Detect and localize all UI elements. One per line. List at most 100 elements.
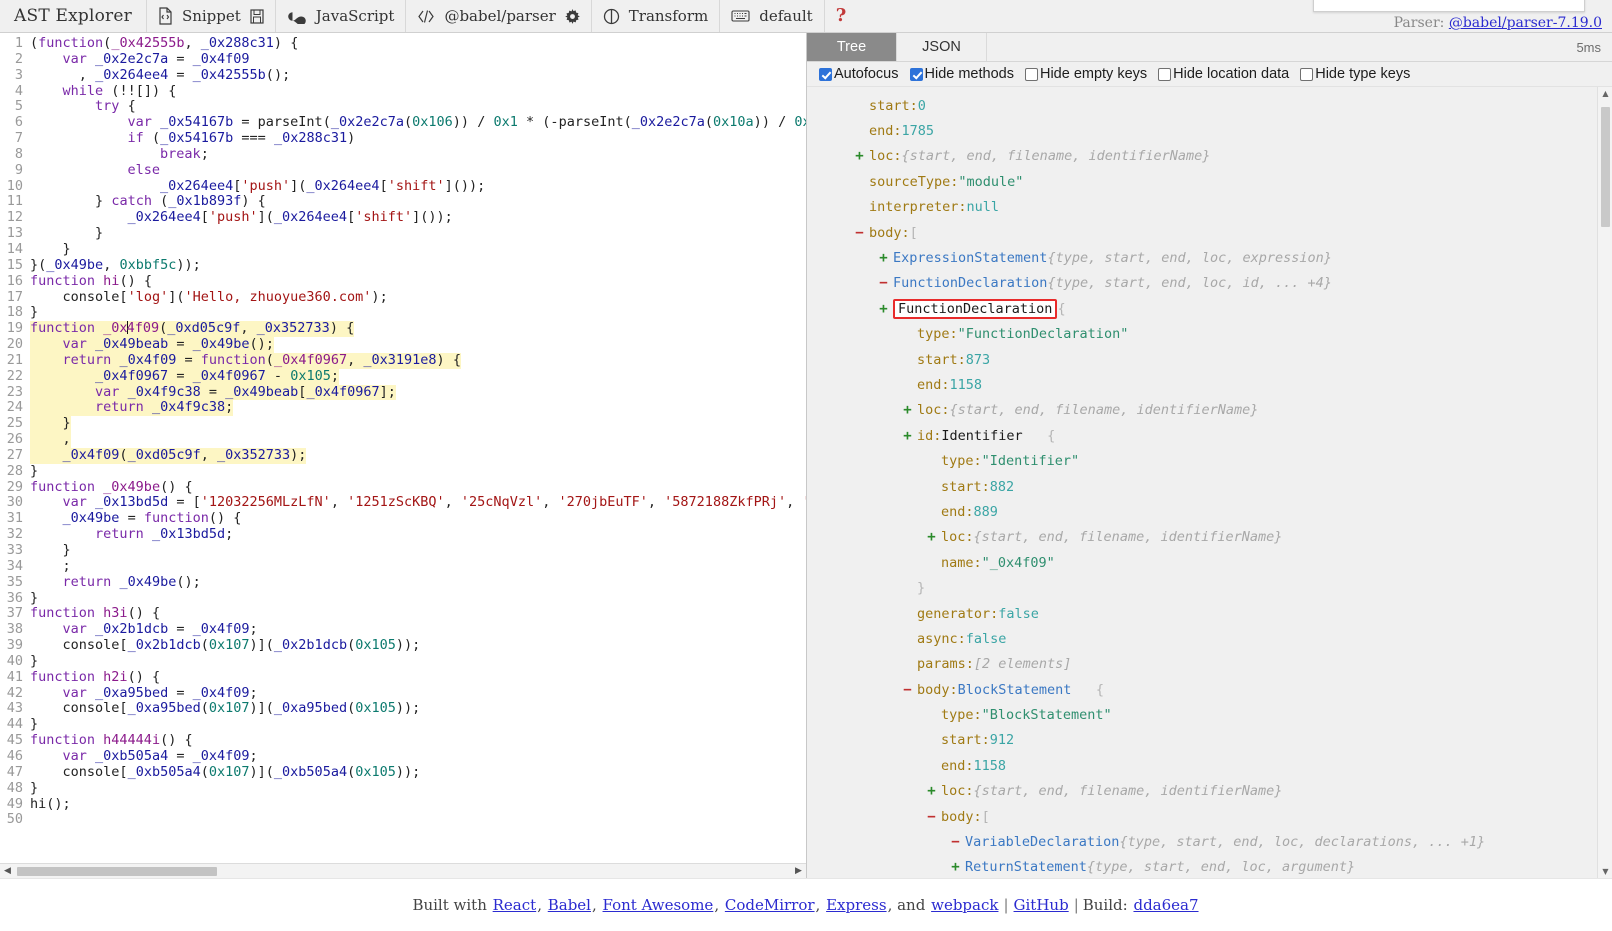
ast-tree[interactable]: start: 0 end: 1785 + loc: {start, end, fil…: [807, 87, 1612, 878]
code-line-text[interactable]: while (!![]) {: [30, 83, 177, 100]
code-line-text[interactable]: else: [30, 162, 161, 179]
code-line-text[interactable]: var _0x49beab = _0x49be();: [30, 336, 274, 353]
code-line-text[interactable]: }: [30, 415, 71, 433]
tree-node-type[interactable]: FunctionDeclaration: [893, 275, 1047, 291]
parser-group[interactable]: @babel/parser: [406, 0, 592, 32]
code-line[interactable]: 32 return _0x13bd5d;: [0, 526, 806, 543]
footer-build-hash[interactable]: dda6ea7: [1133, 896, 1198, 914]
tree-row[interactable]: start: 882: [807, 474, 1612, 499]
parser-version-link[interactable]: @babel/parser-7.19.0: [1449, 15, 1602, 31]
code-line-text[interactable]: function hi() {: [30, 273, 152, 290]
tree-toggle[interactable]: −: [853, 225, 866, 241]
tree-scroll-down-arrow[interactable]: ▼: [1598, 867, 1612, 876]
tree-row[interactable]: type: "Identifier": [807, 448, 1612, 473]
tree-row[interactable]: generator: false: [807, 601, 1612, 626]
code-line[interactable]: 26 ,: [0, 431, 806, 448]
code-line[interactable]: 27 _0x4f09(_0xd05c9f, _0x352733);: [0, 447, 806, 464]
tree-row[interactable]: sourceType: "module": [807, 169, 1612, 194]
tree-row[interactable]: async: false: [807, 626, 1612, 651]
tree-row[interactable]: interpreter: null: [807, 195, 1612, 220]
question-mark-icon[interactable]: ?: [836, 7, 847, 25]
editor-horizontal-scrollbar[interactable]: ◀ ▶: [0, 863, 806, 878]
tree-node-selected[interactable]: FunctionDeclaration: [893, 298, 1058, 319]
code-line-text[interactable]: }: [30, 653, 38, 670]
code-line[interactable]: 18}: [0, 304, 806, 321]
tree-toggle[interactable]: −: [949, 834, 962, 850]
tree-row[interactable]: start: 0: [807, 93, 1612, 118]
code-line[interactable]: 39 console[_0x2b1dcb(0x107)](_0x2b1dcb(0…: [0, 637, 806, 654]
footer-link-codemirror[interactable]: CodeMirror: [725, 896, 815, 914]
code-line-text[interactable]: (function(_0x42555b, _0x288c31) {: [30, 35, 298, 52]
code-line-text[interactable]: _0x264ee4['push'](_0x264ee4['shift']());: [30, 209, 453, 226]
ast-option-hide-location-data[interactable]: Hide location data: [1158, 66, 1289, 82]
code-line[interactable]: 24 return _0x4f9c38;: [0, 399, 806, 417]
tree-node-type[interactable]: BlockStatement: [958, 682, 1072, 698]
code-line-text[interactable]: function _0x49be() {: [30, 479, 193, 496]
tree-row[interactable]: + FunctionDeclaration {: [807, 296, 1612, 321]
tree-row[interactable]: − VariableDeclaration {type, start, end, …: [807, 829, 1612, 854]
code-line-text[interactable]: break;: [30, 146, 209, 163]
code-line-text[interactable]: , _0x264ee4 = _0x42555b();: [30, 67, 290, 84]
tree-row[interactable]: − FunctionDeclaration {type, start, end, …: [807, 271, 1612, 296]
code-line[interactable]: 22 _0x4f0967 = _0x4f0967 - 0x105;: [0, 368, 806, 385]
code-line-text[interactable]: return _0x4f9c38;: [30, 399, 234, 417]
code-line-text[interactable]: console[_0xa95bed(0x107)](_0xa95bed(0x10…: [30, 701, 421, 717]
snippet-label[interactable]: Snippet: [182, 7, 241, 25]
code-line[interactable]: 1 (function(_0x42555b, _0x288c31) {: [0, 35, 806, 52]
scroll-track[interactable]: [15, 866, 791, 877]
tree-node-type[interactable]: ReturnStatement: [965, 859, 1087, 875]
tree-row[interactable]: end: 889: [807, 499, 1612, 524]
code-line[interactable]: 49 hi();: [0, 796, 806, 813]
code-line[interactable]: 11 } catch (_0x1b893f) {: [0, 194, 806, 210]
code-line-text[interactable]: return _0x4f09 = function(_0x4f0967, _0x…: [30, 352, 461, 369]
code-line-text[interactable]: try {: [30, 98, 136, 115]
checkbox[interactable]: [1158, 67, 1172, 81]
code-line-text[interactable]: } catch (_0x1b893f) {: [30, 194, 266, 210]
scroll-right-arrow[interactable]: ▶: [791, 866, 806, 876]
tree-row[interactable]: + id: Identifier {: [807, 423, 1612, 448]
gear-icon[interactable]: [564, 8, 580, 24]
tree-toggle[interactable]: +: [877, 250, 890, 266]
tree-row[interactable]: end: 1158: [807, 372, 1612, 397]
tree-row[interactable]: + ExpressionStatement {type, start, end, …: [807, 245, 1612, 270]
tree-row[interactable]: start: 912: [807, 728, 1612, 753]
code-line[interactable]: 47 console[_0xb505a4(0x107)](_0xb505a4(0…: [0, 764, 806, 781]
tree-row[interactable]: type: "BlockStatement": [807, 702, 1612, 727]
code-line-text[interactable]: _0x49be = function() {: [30, 510, 242, 527]
tree-row[interactable]: − body: BlockStatement {: [807, 677, 1612, 702]
code-line-text[interactable]: _0x4f0967 = _0x4f0967 - 0x105;: [30, 368, 339, 385]
tree-row[interactable]: end: 1158: [807, 753, 1612, 778]
code-line[interactable]: 17 console['log']('Hello, zhuoyue360.com…: [0, 289, 806, 306]
default-label[interactable]: default: [759, 7, 812, 25]
code-line[interactable]: 20 var _0x49beab = _0x49be();: [0, 336, 806, 353]
code-line[interactable]: 38 var _0x2b1dcb = _0x4f09;: [0, 621, 806, 638]
code-line[interactable]: 40}: [0, 653, 806, 670]
help-group[interactable]: ?: [825, 0, 858, 32]
code-line-text[interactable]: ;: [30, 558, 71, 575]
code-line-text[interactable]: }(_0x49be, 0xbbf5c));: [30, 257, 201, 274]
scroll-left-arrow[interactable]: ◀: [0, 866, 15, 876]
code-line-text[interactable]: var _0x54167b = parseInt(_0x2e2c7a(0x106…: [30, 114, 806, 131]
tree-row[interactable]: + ReturnStatement {type, start, end, loc,…: [807, 855, 1612, 878]
checkbox[interactable]: [1024, 67, 1038, 81]
tree-toggle[interactable]: −: [877, 275, 890, 291]
code-line[interactable]: 10 _0x264ee4['push'](_0x264ee4['shift'](…: [0, 178, 806, 195]
code-line[interactable]: 13 }: [0, 225, 806, 242]
code-line-text[interactable]: function h44444i() {: [30, 732, 193, 749]
code-line-text[interactable]: }: [30, 304, 38, 321]
code-line-text[interactable]: }: [30, 780, 38, 797]
code-line[interactable]: 42 var _0xa95bed = _0x4f09;: [0, 685, 806, 702]
code-line[interactable]: 44}: [0, 716, 806, 733]
code-line-text[interactable]: console['log']('Hello, zhuoyue360.com');: [30, 289, 388, 306]
ast-tree-scroll[interactable]: start: 0 end: 1785 + loc: {start, end, fil…: [807, 87, 1612, 878]
code-line[interactable]: 14 }: [0, 241, 806, 258]
code-line-text[interactable]: var _0x4f9c38 = _0x49beab[_0x4f0967];: [30, 384, 396, 401]
code-line[interactable]: 19 function _0x4f09(_0xd05c9f, _0x352733)…: [0, 320, 806, 338]
code-line[interactable]: 28}: [0, 463, 806, 480]
code-line[interactable]: 5 try {: [0, 98, 806, 115]
tab-json[interactable]: JSON: [897, 33, 987, 61]
transform-label[interactable]: Transform: [629, 7, 708, 25]
tree-vertical-scrollbar[interactable]: ▲ ▼: [1597, 87, 1612, 878]
code-line[interactable]: 9 else: [0, 162, 806, 179]
checkbox[interactable]: [1300, 67, 1314, 81]
